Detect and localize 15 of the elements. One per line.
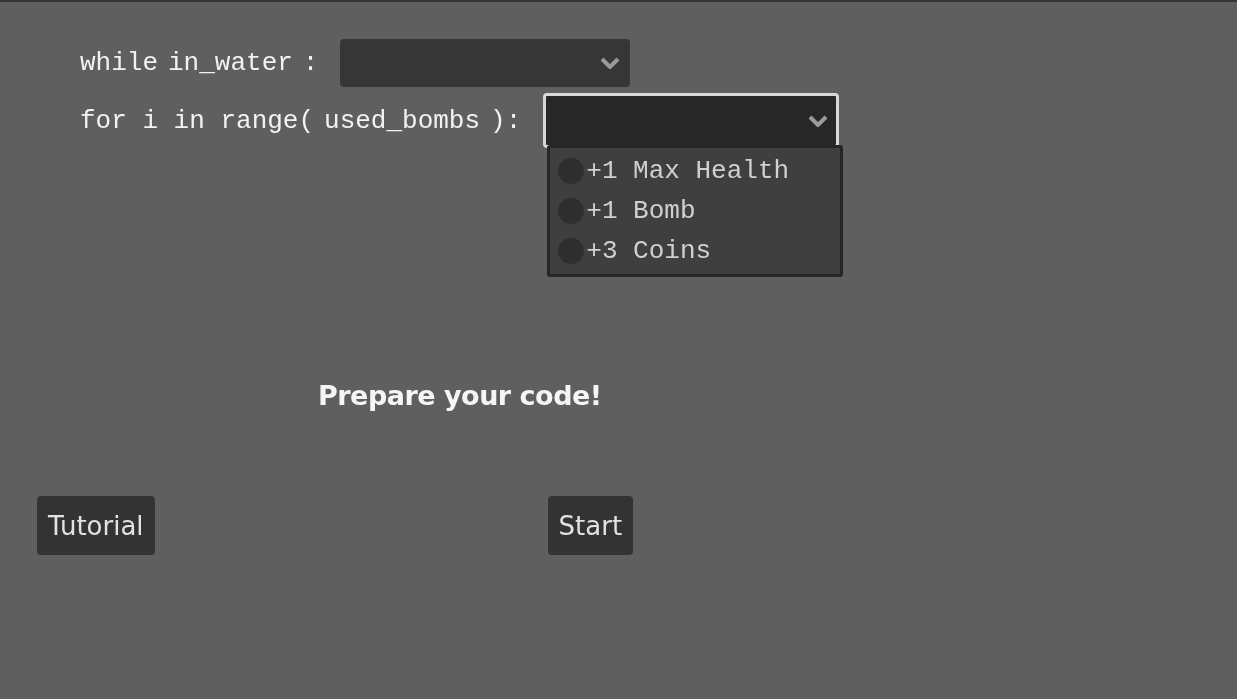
- dropdown[interactable]: [543, 93, 840, 148]
- action-button[interactable]: Start: [547, 496, 634, 555]
- option-label[interactable]: +1 Max Health: [586, 154, 790, 188]
- code-text: used_bombs: [324, 105, 481, 136]
- chevron-down-icon: [808, 114, 829, 127]
- code-text: for i in range(: [80, 105, 315, 136]
- status-message: Prepare your code!: [318, 380, 603, 411]
- option-label[interactable]: +3 Coins: [586, 234, 712, 268]
- code-text: while: [80, 48, 158, 78]
- code-text: :: [302, 48, 319, 78]
- action-button[interactable]: Tutorial: [37, 496, 155, 555]
- chevron-down-icon: [600, 57, 621, 69]
- option-label[interactable]: +1 Bomb: [586, 194, 696, 228]
- code-text: in_water: [168, 48, 293, 78]
- code-text: ):: [490, 105, 522, 136]
